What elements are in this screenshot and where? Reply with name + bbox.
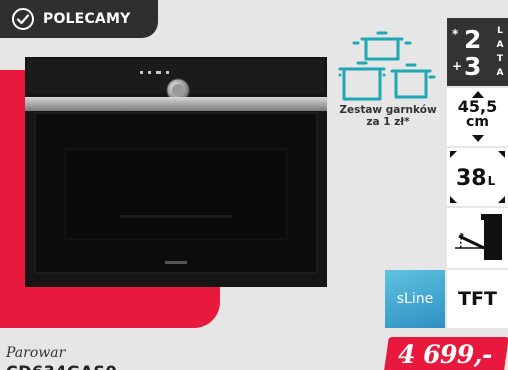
door-hinge-icon [455,214,502,260]
expand-arrow-icon [498,196,505,203]
capacity-unit: L [487,174,496,188]
capacity-value: 38L [456,166,495,191]
warranty-years-extra: 3 [464,52,482,81]
hinge-spec [447,208,508,268]
arrow-down-icon [472,135,484,142]
warranty-letter: A [496,68,504,78]
cookware-promo-text: Zestaw garnków za 1 zł* [332,104,444,128]
oven-image[interactable] [25,57,327,287]
expand-arrow-icon [450,196,457,203]
warranty-letter: A [496,40,504,50]
badge-label: POLECAMY [43,11,131,27]
warranty-years-base: 2 [464,25,482,54]
price-value: 4 699,- [398,340,492,369]
promo-line-1: Zestaw garnków [339,104,437,116]
height-spec: 45,5 cm [447,88,508,146]
warranty-letter: L [497,26,503,36]
promo-line-2: za 1 zł* [366,116,410,128]
tft-display-badge: TFT [447,270,508,328]
product-code: CD634GAS0 [6,362,117,370]
warranty-plus: + [452,59,463,73]
capacity-number: 38 [456,166,487,191]
product-tile[interactable]: POLECAMY Zestaw garnków za 1 zł* * 2 + 3… [0,0,508,370]
warranty-badge: * 2 + 3 L A T A [447,18,508,86]
cookware-set-icon [338,31,436,101]
product-category: Parowar [6,345,66,361]
capacity-spec: 38L [447,148,508,206]
expand-arrow-icon [450,151,457,158]
warranty-asterisk: * [452,27,459,41]
warranty-letter: T [496,54,504,64]
expand-arrow-icon [498,151,505,158]
check-circle-icon [12,8,34,30]
recommended-badge: POLECAMY [0,0,158,38]
height-unit: cm [466,114,489,130]
sline-badge: sLine [385,270,445,328]
